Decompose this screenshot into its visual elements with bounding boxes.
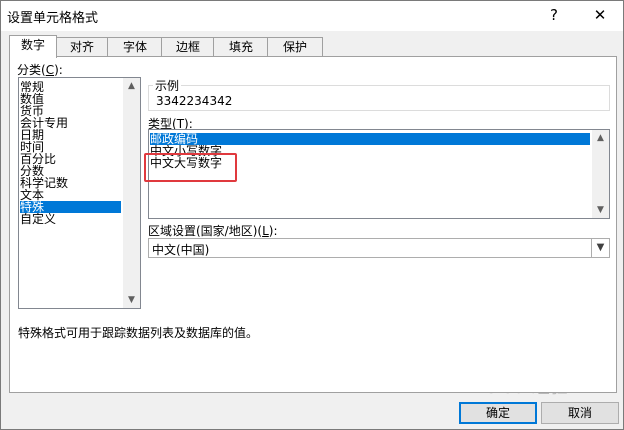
sample-label: 示例 <box>153 77 182 94</box>
ok-button[interactable]: 确定 <box>459 402 537 424</box>
format-cells-dialog: 设置单元格格式 ? ✕ 数字 对齐 字体 边框 填充 保护 分类(C): 常规 … <box>0 0 624 430</box>
list-item-selected[interactable]: 邮政编码 <box>150 133 590 145</box>
title-bar: 设置单元格格式 ? ✕ <box>1 1 623 31</box>
scroll-down-icon[interactable]: ▼ <box>592 202 609 218</box>
list-item[interactable]: 百分比 <box>20 153 121 165</box>
list-item[interactable]: 文本 <box>20 189 121 201</box>
locale-select[interactable]: 中文(中国) ▼ <box>148 238 610 258</box>
list-item[interactable]: 日期 <box>20 129 121 141</box>
dialog-title: 设置单元格格式 <box>7 11 99 26</box>
list-item[interactable]: 数值 <box>20 93 121 105</box>
category-scrollbar[interactable]: ▲ ▼ <box>123 78 140 308</box>
tab-fill[interactable]: 填充 <box>213 37 269 57</box>
type-scrollbar[interactable]: ▲ ▼ <box>592 130 609 218</box>
chevron-down-icon[interactable]: ▼ <box>591 239 609 257</box>
list-item[interactable]: 货币 <box>20 105 121 117</box>
number-tab-panel: 分类(C): 常规 数值 货币 会计专用 日期 时间 百分比 分数 科学记数 文… <box>9 56 617 393</box>
tab-number[interactable]: 数字 <box>9 35 57 58</box>
list-item[interactable]: 分数 <box>20 165 121 177</box>
category-list[interactable]: 常规 数值 货币 会计专用 日期 时间 百分比 分数 科学记数 文本 特殊 自定… <box>18 77 141 309</box>
list-item[interactable]: 科学记数 <box>20 177 121 189</box>
list-item[interactable]: 自定义 <box>20 213 121 225</box>
description-text: 特殊格式可用于跟踪数据列表及数据库的值。 <box>18 326 259 340</box>
list-item[interactable]: 时间 <box>20 141 121 153</box>
tab-border[interactable]: 边框 <box>161 37 215 57</box>
tab-font[interactable]: 字体 <box>107 37 163 57</box>
annotation-highlight-box <box>144 153 237 182</box>
scroll-up-icon[interactable]: ▲ <box>123 78 140 94</box>
list-item[interactable]: 常规 <box>20 81 121 93</box>
list-item[interactable]: 会计专用 <box>20 117 121 129</box>
tab-protection[interactable]: 保护 <box>267 37 323 57</box>
tab-alignment[interactable]: 对齐 <box>55 37 109 57</box>
close-icon[interactable]: ✕ <box>585 4 615 26</box>
help-icon[interactable]: ? <box>539 4 569 26</box>
list-item-selected[interactable]: 特殊 <box>20 201 121 213</box>
sample-value: 3342234342 <box>156 94 233 108</box>
scroll-down-icon[interactable]: ▼ <box>123 292 140 308</box>
locale-value: 中文(中国) <box>152 243 210 257</box>
scroll-up-icon[interactable]: ▲ <box>592 130 609 146</box>
cancel-button[interactable]: 取消 <box>541 402 619 424</box>
locale-label: 区域设置(国家/地区)(L): <box>148 224 278 238</box>
category-label: 分类(C): <box>17 63 63 77</box>
